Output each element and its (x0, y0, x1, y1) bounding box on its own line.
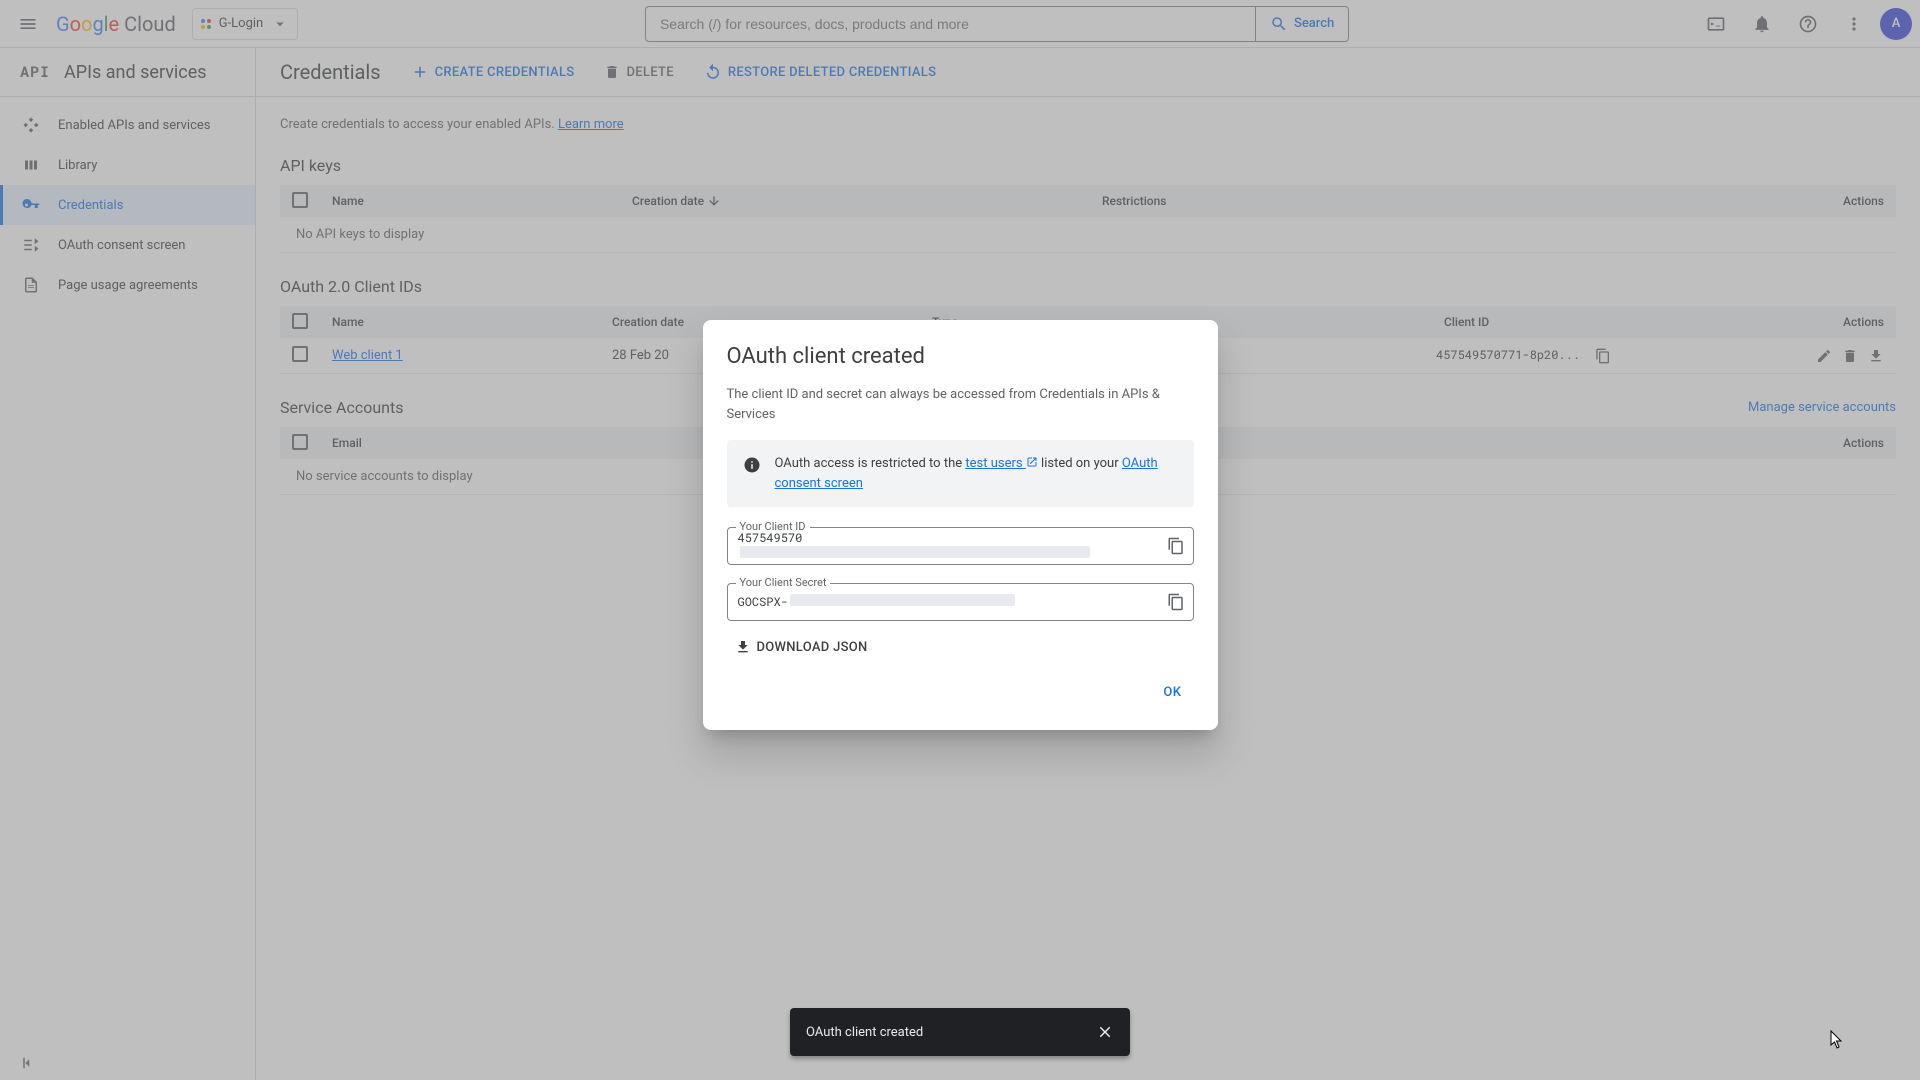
client-id-field: Your Client ID 457549570 (727, 527, 1194, 565)
download-icon (735, 639, 751, 655)
client-id-value: 457549570 (738, 530, 1153, 562)
ok-button[interactable]: OK (1151, 679, 1193, 706)
info-box: OAuth access is restricted to the test u… (727, 440, 1194, 507)
client-secret-label: Your Client Secret (736, 576, 831, 589)
client-secret-value: GOCSPX- (738, 594, 1015, 610)
download-label: DOWNLOAD JSON (757, 640, 868, 655)
copy-client-id-button[interactable] (1167, 537, 1185, 555)
dialog-subtitle: The client ID and secret can always be a… (727, 385, 1194, 424)
client-secret-field: Your Client Secret GOCSPX- (727, 583, 1194, 621)
modal-overlay[interactable]: OAuth client created The client ID and s… (0, 0, 1920, 1080)
oauth-created-dialog: OAuth client created The client ID and s… (703, 320, 1218, 730)
dialog-actions: OK (727, 679, 1194, 706)
copy-icon (1167, 593, 1185, 611)
toast-message: OAuth client created (806, 1025, 923, 1040)
test-users-link[interactable]: test users (965, 456, 1037, 471)
info-text: OAuth access is restricted to the test u… (775, 454, 1178, 493)
external-link-icon (1026, 456, 1038, 468)
download-json-button[interactable]: DOWNLOAD JSON (735, 639, 1194, 655)
dialog-title: OAuth client created (727, 344, 1194, 369)
info-icon (743, 456, 761, 474)
copy-client-secret-button[interactable] (1167, 593, 1185, 611)
toast-close-button[interactable] (1096, 1023, 1114, 1041)
close-icon (1096, 1023, 1114, 1041)
toast: OAuth client created (790, 1008, 1130, 1056)
copy-icon (1167, 537, 1185, 555)
client-id-label: Your Client ID (736, 520, 810, 533)
